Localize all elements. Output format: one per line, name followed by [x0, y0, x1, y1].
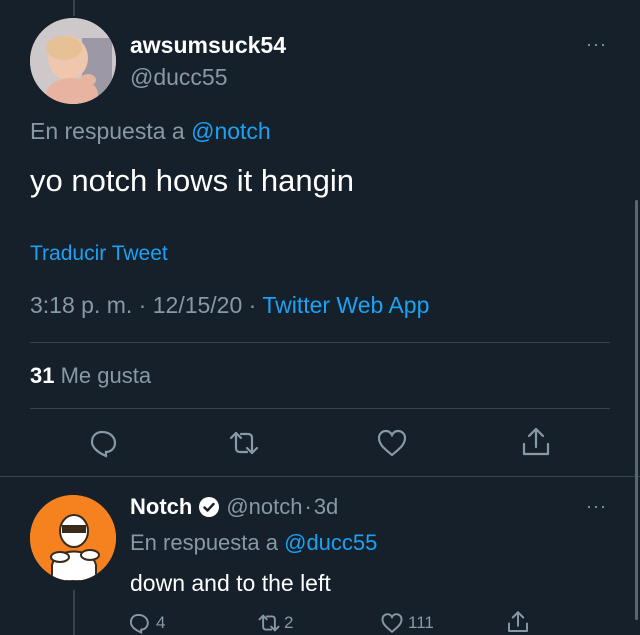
verified-badge-icon [199, 497, 220, 517]
meta-separator: · [138, 292, 147, 318]
retweet-icon [258, 614, 280, 632]
reply-display-name[interactable]: Notch [130, 494, 192, 520]
reply-handle[interactable]: @notch [226, 494, 302, 520]
share-icon [522, 427, 550, 456]
reply-to-link[interactable]: @ducc55 [284, 530, 377, 555]
share-icon [508, 611, 528, 632]
avatar-ducc55[interactable] [30, 18, 116, 104]
reply-age[interactable]: 3d [314, 494, 338, 520]
tweet-time[interactable]: 3:18 p. m. [30, 292, 132, 318]
likes-count: 31 [30, 363, 55, 388]
thread-line-top [73, 0, 75, 16]
retweet-count: 2 [284, 613, 294, 632]
reply-more-options-button[interactable]: ··· [586, 496, 607, 517]
reply-retweet-button[interactable]: 2 [256, 612, 293, 634]
tweet-meta: 3:18 p. m. · 12/15/20 · Twitter Web App [30, 292, 429, 319]
reply-context: En respuesta a @notch [30, 118, 271, 145]
reply-context: En respuesta a @ducc55 [130, 530, 377, 556]
tweet-date[interactable]: 12/15/20 [153, 292, 243, 318]
share-button[interactable] [520, 426, 552, 458]
reply-text: down and to the left [130, 570, 331, 596]
user-handle[interactable]: @ducc55 [130, 64, 228, 91]
reply-prefix: En respuesta a [30, 118, 185, 144]
reply-icon [129, 613, 149, 634]
reply-count: 4 [156, 613, 166, 632]
retweet-icon [229, 431, 259, 455]
divider [30, 342, 610, 343]
tweet-source-link[interactable]: Twitter Web App [262, 292, 429, 318]
reply-separator: · [304, 494, 312, 519]
reply-button[interactable] [88, 428, 118, 458]
divider [30, 408, 610, 409]
like-icon [381, 613, 403, 634]
reply-share-button[interactable] [506, 610, 530, 634]
reply-like-button[interactable]: 111 [380, 612, 434, 634]
reply-header: Notch @notch · 3d [130, 494, 338, 520]
more-options-button[interactable]: ··· [586, 34, 607, 55]
tweet-text: yo notch hows it hangin [30, 163, 354, 198]
translate-link[interactable]: Traducir Tweet [30, 242, 168, 266]
reply-icon [90, 430, 117, 458]
divider [0, 476, 640, 477]
reply-to-link[interactable]: @notch [191, 118, 271, 144]
scrollbar[interactable] [635, 200, 638, 620]
like-count: 111 [408, 613, 434, 632]
likes-stat[interactable]: 31 Me gusta [30, 363, 151, 389]
reply-reply-button[interactable]: 4 [128, 612, 165, 634]
thread-line-bottom [73, 590, 75, 635]
avatar-notch[interactable] [30, 495, 116, 581]
likes-label: Me gusta [60, 363, 152, 388]
retweet-button[interactable] [227, 428, 261, 458]
reply-prefix: En respuesta a [130, 530, 278, 555]
meta-separator: · [248, 292, 257, 318]
like-button[interactable] [376, 428, 408, 458]
display-name[interactable]: awsumsuck54 [130, 32, 286, 59]
like-icon [377, 429, 407, 457]
